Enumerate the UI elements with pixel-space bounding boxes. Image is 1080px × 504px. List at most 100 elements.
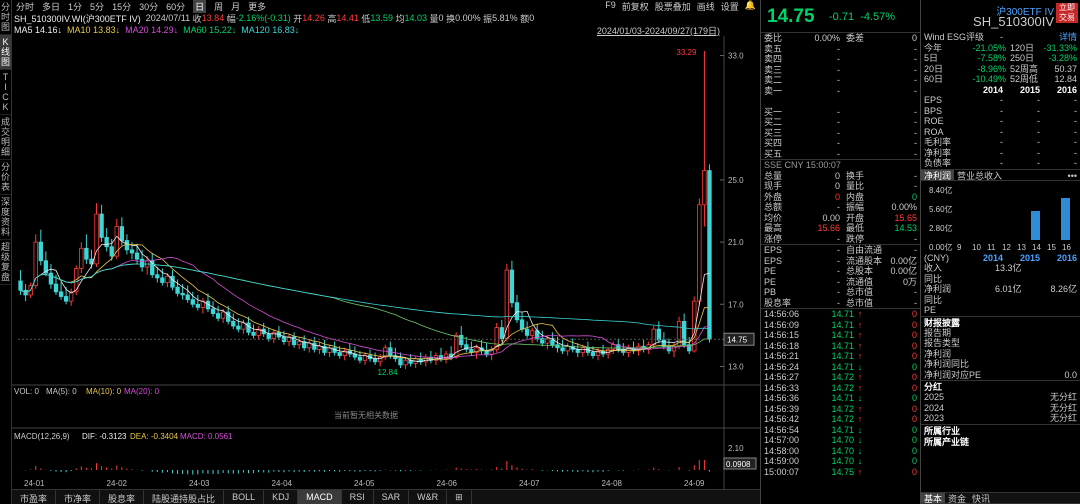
tick-row: 14:56:21 14.71 ↑ 0 — [761, 351, 920, 362]
order-label: 买五 — [764, 148, 783, 159]
tool-设置[interactable]: 设置 — [721, 0, 739, 13]
order-label: 卖二 — [764, 75, 783, 85]
stats-label: 涨停 — [764, 233, 783, 244]
view-tab-6[interactable]: 超级复盘 — [0, 240, 11, 285]
tick-time: 14:56:36 — [764, 393, 800, 403]
view-tab-5[interactable]: 深度资料 — [0, 195, 11, 240]
perf-label: 60日 — [924, 74, 944, 84]
tab-char: 盘 — [0, 272, 10, 282]
stats-label: 总额 — [764, 202, 783, 212]
tab-char: 度 — [0, 207, 10, 217]
indicator-tab-W&R[interactable]: W&R — [409, 490, 448, 504]
bar-x-label: 15 — [1047, 242, 1056, 252]
view-tab-2[interactable]: TICK — [0, 70, 11, 115]
period-周[interactable]: 周 — [214, 0, 223, 13]
indicator-tab-市净率[interactable]: 市净率 — [56, 490, 101, 504]
indicator-tab-MACD[interactable]: MACD — [298, 490, 342, 504]
chain-title: 所属产业链 — [924, 436, 970, 447]
indicator-tab-股息率[interactable]: 股息率 — [100, 490, 145, 504]
candle-body — [697, 204, 702, 302]
ratio-row: EPS - - - — [921, 95, 1080, 106]
y-tick-label: 13.0 — [728, 362, 744, 371]
indicator-tab-陆股通持股占比[interactable]: 陆股通持股占比 — [144, 490, 225, 504]
income-row: 收入 13.3亿 — [921, 263, 1080, 274]
candle-body — [231, 320, 236, 327]
order-value: - — [837, 75, 840, 85]
fund-tab-2[interactable]: 快讯 — [969, 493, 993, 504]
kline-chart[interactable]: 33.0 25.0 21.0 17.0 13.0 33.29 12.84 14.75 VOL: … — [12, 0, 760, 504]
period-更多[interactable]: 更多 — [248, 0, 266, 13]
date-range[interactable]: 2024/01/03-2024/09/27(179日) — [597, 24, 760, 37]
candle-body — [499, 327, 504, 339]
ma20-line — [20, 257, 710, 359]
tab-char: 明 — [0, 137, 10, 147]
period-60分[interactable]: 60分 — [166, 0, 185, 13]
order-row: 委比 0.00% 委差 0 — [761, 33, 920, 44]
bell-icon[interactable]: 🔔 — [745, 0, 756, 13]
indicator-tab-RSI[interactable]: RSI — [342, 490, 374, 504]
add-tab-icon[interactable]: ⊞ — [447, 490, 472, 504]
chart-area[interactable]: 33.0 25.0 21.0 17.0 13.0 33.29 12.84 14.75 VOL: … — [12, 0, 760, 504]
ma5-legend: MA5 14.16↓ — [14, 25, 63, 35]
tick-row: 14:56:06 14.71 ↑ 0 — [761, 309, 920, 320]
indicator-tab-市盈率[interactable]: 市盈率 — [12, 490, 57, 504]
indicator-tab-KDJ[interactable]: KDJ — [264, 490, 299, 504]
order-label: 买三 — [764, 127, 783, 138]
indicator-tab-BOLL[interactable]: BOLL — [224, 490, 265, 504]
tool-股票叠加[interactable]: 股票叠加 — [655, 0, 691, 13]
x-tick-label: 24-04 — [272, 479, 293, 488]
year-label: 2014 — [982, 84, 1003, 95]
candle-body — [220, 311, 226, 319]
order-value2: 0 — [911, 33, 917, 43]
tool-前复权[interactable]: 前复权 — [622, 0, 649, 13]
fin-label: PE — [764, 276, 777, 287]
income-label: 净利润 — [924, 284, 952, 294]
tick-price: 14.75 — [831, 466, 854, 477]
chg-value: -2.16%(-0.31) — [235, 13, 291, 23]
income-row: 净利润 6.01亿 8.26亿 — [921, 284, 1080, 295]
candle-body — [195, 303, 201, 308]
tick-row: 14:59:00 14.70 ↓ 0 — [761, 456, 920, 467]
candle-body — [580, 347, 585, 353]
candle-body — [560, 347, 565, 352]
order-label2 — [840, 96, 880, 107]
more-icon[interactable]: ••• — [1065, 170, 1080, 181]
fund-tab-0[interactable]: 基本 — [921, 493, 946, 504]
tick-price: 14.72 — [831, 403, 854, 414]
view-tab-0[interactable]: 分时图 — [0, 0, 11, 35]
candle-body — [529, 330, 535, 336]
bar-x-label: 16 — [1062, 242, 1071, 252]
fund-tab-1[interactable]: 资金 — [945, 493, 969, 504]
section-label: 净利润同比 — [924, 359, 970, 369]
tick-time: 14:56:54 — [764, 424, 800, 435]
industry-title: 所属行业 — [921, 423, 1080, 436]
tick-price: 14.71 — [831, 351, 854, 361]
ma10-line — [20, 243, 710, 361]
profit-tab-1[interactable]: 营业总收入 — [954, 170, 1005, 181]
bar-y-label: 8.40亿 — [929, 185, 953, 195]
stats-label2: 换手 — [846, 170, 865, 181]
view-tab-1[interactable]: K线图 — [0, 35, 11, 70]
income-value2 — [1022, 263, 1078, 274]
fin-row: PB - 总市值 - — [761, 287, 920, 298]
indicator-tab-SAR[interactable]: SAR — [374, 490, 410, 504]
profit-tab-0[interactable]: 净利润 — [921, 169, 955, 181]
candle-body — [84, 247, 89, 260]
tool-F9[interactable]: F9 — [605, 0, 616, 13]
view-tab-4[interactable]: 分价表 — [0, 160, 11, 195]
perf-value2: -3.28% — [1048, 53, 1077, 63]
tick-time: 14:56:06 — [764, 309, 800, 319]
perf-label2: 52周低 — [1010, 74, 1039, 84]
fin-value: - — [837, 276, 840, 287]
order-row: 买一 - - — [761, 107, 920, 118]
order-label: 卖四 — [764, 54, 783, 64]
candle-body — [38, 241, 43, 262]
candle-body — [372, 358, 378, 363]
period-30分[interactable]: 30分 — [139, 0, 158, 13]
ratio-value: - — [1074, 147, 1077, 158]
view-tab-3[interactable]: 成交明细 — [0, 115, 11, 160]
trade-now-button[interactable]: 立即交易 — [1056, 3, 1078, 23]
year-label: 2015 — [1019, 252, 1040, 263]
tool-画线[interactable]: 画线 — [697, 0, 715, 13]
esg-detail-link[interactable]: 详情 — [1059, 32, 1077, 43]
